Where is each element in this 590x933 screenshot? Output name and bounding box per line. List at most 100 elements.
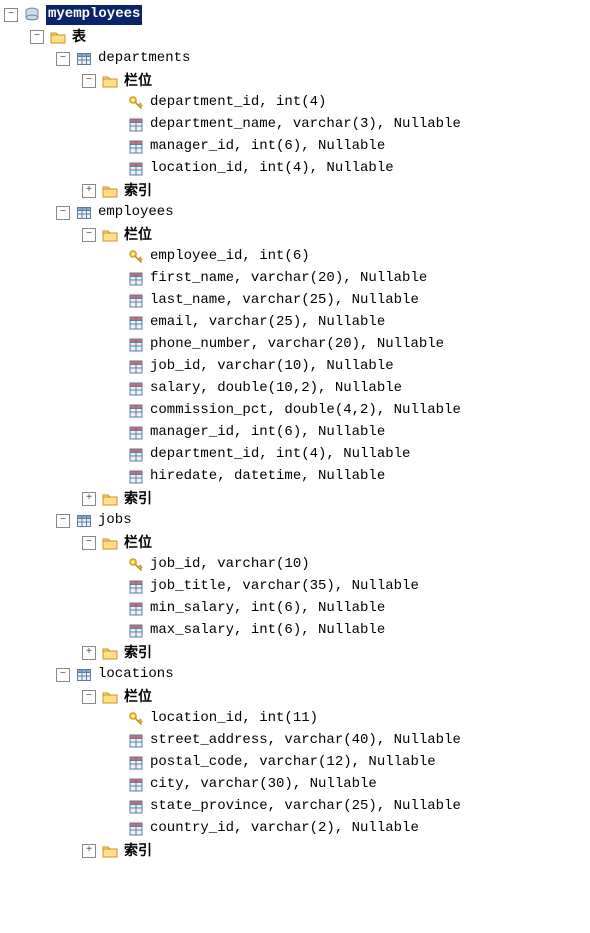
schema-tree: −myemployees−表−departments−栏位department_… [4, 4, 590, 862]
tree-item-column[interactable]: postal_code, varchar(12), Nullable [4, 752, 590, 774]
column-icon [128, 337, 144, 353]
tree-item-column[interactable]: salary, double(10,2), Nullable [4, 378, 590, 400]
column-definition: commission_pct, double(4,2), Nullable [150, 401, 461, 421]
tree-item-column[interactable]: department_id, int(4) [4, 92, 590, 114]
tree-item-column[interactable]: employee_id, int(6) [4, 246, 590, 268]
tree-item-column[interactable]: max_salary, int(6), Nullable [4, 620, 590, 642]
tree-item-column[interactable]: commission_pct, double(4,2), Nullable [4, 400, 590, 422]
tree-item-columns-folder[interactable]: −栏位 [4, 686, 590, 708]
collapse-toggle[interactable]: − [82, 228, 96, 242]
column-definition: phone_number, varchar(20), Nullable [150, 335, 444, 355]
column-icon [128, 601, 144, 617]
tree-item-table[interactable]: −employees [4, 202, 590, 224]
tree-item-column[interactable]: phone_number, varchar(20), Nullable [4, 334, 590, 356]
collapse-toggle[interactable]: − [56, 668, 70, 682]
folder-icon [102, 183, 118, 199]
column-definition: salary, double(10,2), Nullable [150, 379, 402, 399]
collapse-toggle[interactable]: − [56, 514, 70, 528]
tree-item-column[interactable]: last_name, varchar(25), Nullable [4, 290, 590, 312]
column-icon [128, 623, 144, 639]
tree-item-indexes-folder[interactable]: +索引 [4, 840, 590, 862]
tree-item-columns-folder[interactable]: − 栏位 [4, 224, 590, 246]
column-definition: department_name, varchar(3), Nullable [150, 115, 461, 135]
tree-item-column[interactable]: manager_id, int(6), Nullable [4, 136, 590, 158]
column-definition: state_province, varchar(25), Nullable [150, 797, 461, 817]
column-definition: job_id, varchar(10), Nullable [150, 357, 394, 377]
column-definition: min_salary, int(6), Nullable [150, 599, 385, 619]
tree-item-column[interactable]: location_id, int(11) [4, 708, 590, 730]
collapse-toggle[interactable]: − [82, 536, 96, 550]
tree-item-indexes-folder[interactable]: +索引 [4, 180, 590, 202]
column-definition: street_address, varchar(40), Nullable [150, 731, 461, 751]
tree-item-column[interactable]: department_id, int(4), Nullable [4, 444, 590, 466]
folder-icon [102, 227, 118, 243]
tree-item-column[interactable]: email, varchar(25), Nullable [4, 312, 590, 334]
tree-item-column[interactable]: street_address, varchar(40), Nullable [4, 730, 590, 752]
tree-item-column[interactable]: min_salary, int(6), Nullable [4, 598, 590, 620]
tree-item-indexes-folder[interactable]: +索引 [4, 488, 590, 510]
folder-icon [102, 645, 118, 661]
folder-icon [102, 73, 118, 89]
tree-item-database[interactable]: − myemployees [4, 4, 590, 26]
tree-item-column[interactable]: location_id, int(4), Nullable [4, 158, 590, 180]
tables-folder-label: 表 [72, 27, 86, 47]
expand-toggle[interactable]: + [82, 492, 96, 506]
collapse-toggle[interactable]: − [56, 52, 70, 66]
expand-toggle[interactable]: + [82, 646, 96, 660]
column-icon [128, 271, 144, 287]
tree-item-column[interactable]: job_id, varchar(10) [4, 554, 590, 576]
columns-folder-label: 栏位 [124, 225, 152, 245]
table-name: locations [98, 665, 174, 685]
table-icon [76, 51, 92, 67]
folder-icon [102, 689, 118, 705]
primary-key-icon [128, 95, 144, 111]
collapse-toggle[interactable]: − [82, 690, 96, 704]
folder-icon [50, 29, 66, 45]
tree-item-table[interactable]: − locations [4, 664, 590, 686]
tree-item-column[interactable]: job_title, varchar(35), Nullable [4, 576, 590, 598]
collapse-toggle[interactable]: − [30, 30, 44, 44]
database-name: myemployees [46, 5, 142, 25]
column-icon [128, 359, 144, 375]
expand-toggle[interactable]: + [82, 184, 96, 198]
column-icon [128, 425, 144, 441]
tree-item-column[interactable]: state_province, varchar(25), Nullable [4, 796, 590, 818]
tree-item-table[interactable]: −jobs [4, 510, 590, 532]
tree-item-columns-folder[interactable]: − 栏位 [4, 532, 590, 554]
tree-item-column[interactable]: first_name, varchar(20), Nullable [4, 268, 590, 290]
tree-item-column[interactable]: city, varchar(30), Nullable [4, 774, 590, 796]
column-definition: department_id, int(4), Nullable [150, 445, 410, 465]
folder-icon [102, 535, 118, 551]
tree-item-column[interactable]: manager_id, int(6), Nullable [4, 422, 590, 444]
tree-item-column[interactable]: country_id, varchar(2), Nullable [4, 818, 590, 840]
tree-item-column[interactable]: department_name, varchar(3), Nullable [4, 114, 590, 136]
tree-item-column[interactable]: hiredate, datetime, Nullable [4, 466, 590, 488]
column-definition: employee_id, int(6) [150, 247, 310, 267]
primary-key-icon [128, 249, 144, 265]
column-definition: hiredate, datetime, Nullable [150, 467, 385, 487]
collapse-toggle[interactable]: − [56, 206, 70, 220]
column-definition: postal_code, varchar(12), Nullable [150, 753, 436, 773]
column-definition: department_id, int(4) [150, 93, 326, 113]
tree-item-tables-folder[interactable]: −表 [4, 26, 590, 48]
tree-item-indexes-folder[interactable]: +索引 [4, 642, 590, 664]
tree-item-table[interactable]: − departments [4, 48, 590, 70]
column-icon [128, 161, 144, 177]
column-icon [128, 139, 144, 155]
tree-item-column[interactable]: job_id, varchar(10), Nullable [4, 356, 590, 378]
column-definition: first_name, varchar(20), Nullable [150, 269, 427, 289]
column-icon [128, 733, 144, 749]
table-name: departments [98, 49, 190, 69]
column-definition: manager_id, int(6), Nullable [150, 423, 385, 443]
collapse-toggle[interactable]: − [4, 8, 18, 22]
folder-icon [102, 491, 118, 507]
expand-toggle[interactable]: + [82, 844, 96, 858]
collapse-toggle[interactable]: − [82, 74, 96, 88]
column-icon [128, 315, 144, 331]
column-icon [128, 403, 144, 419]
column-icon [128, 381, 144, 397]
table-icon [76, 513, 92, 529]
tree-item-columns-folder[interactable]: −栏位 [4, 70, 590, 92]
column-definition: country_id, varchar(2), Nullable [150, 819, 419, 839]
columns-folder-label: 栏位 [124, 533, 152, 553]
